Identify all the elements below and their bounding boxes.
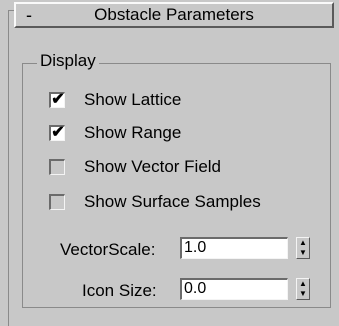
show-surface-samples-checkbox[interactable]: Show Surface Samples — [49, 191, 261, 213]
display-group-legend: Display — [37, 51, 99, 71]
icon-size-input[interactable]: 0.0 — [180, 278, 288, 300]
spin-up-arrow-icon[interactable]: ▲ — [297, 238, 309, 248]
show-range-label[interactable]: Show Range — [84, 123, 181, 143]
checkbox-box[interactable] — [49, 159, 65, 175]
show-vector-field-label[interactable]: Show Vector Field — [84, 157, 221, 177]
show-lattice-label[interactable]: Show Lattice — [84, 90, 181, 110]
show-surface-samples-label[interactable]: Show Surface Samples — [84, 192, 261, 212]
icon-size-label: Icon Size: — [82, 281, 157, 300]
show-vector-field-checkbox[interactable]: Show Vector Field — [49, 156, 221, 178]
rollout-header-obstacle-parameters[interactable]: - Obstacle Parameters — [14, 2, 334, 28]
checkmark-icon: ✔ — [51, 124, 65, 141]
spin-down-arrow-icon[interactable]: ▼ — [297, 289, 309, 299]
spin-down-arrow-icon[interactable]: ▼ — [297, 248, 309, 258]
icon-size-spinner[interactable]: ▲ ▼ — [296, 278, 310, 300]
show-lattice-checkbox[interactable]: ✔ Show Lattice — [49, 89, 181, 111]
vector-scale-label: VectorScale: — [60, 240, 156, 259]
spin-up-arrow-icon[interactable]: ▲ — [297, 279, 309, 289]
vector-scale-input[interactable]: 1.0 — [180, 237, 288, 259]
vector-scale-spinner[interactable]: ▲ ▼ — [296, 237, 310, 259]
show-range-checkbox[interactable]: ✔ Show Range — [49, 122, 181, 144]
panel-border-line — [8, 10, 9, 326]
checkmark-icon: ✔ — [51, 91, 65, 108]
checkbox-box[interactable]: ✔ — [49, 124, 65, 141]
rollout-title: Obstacle Parameters — [94, 5, 254, 24]
checkbox-box[interactable]: ✔ — [49, 91, 65, 108]
checkbox-box[interactable] — [49, 194, 65, 210]
